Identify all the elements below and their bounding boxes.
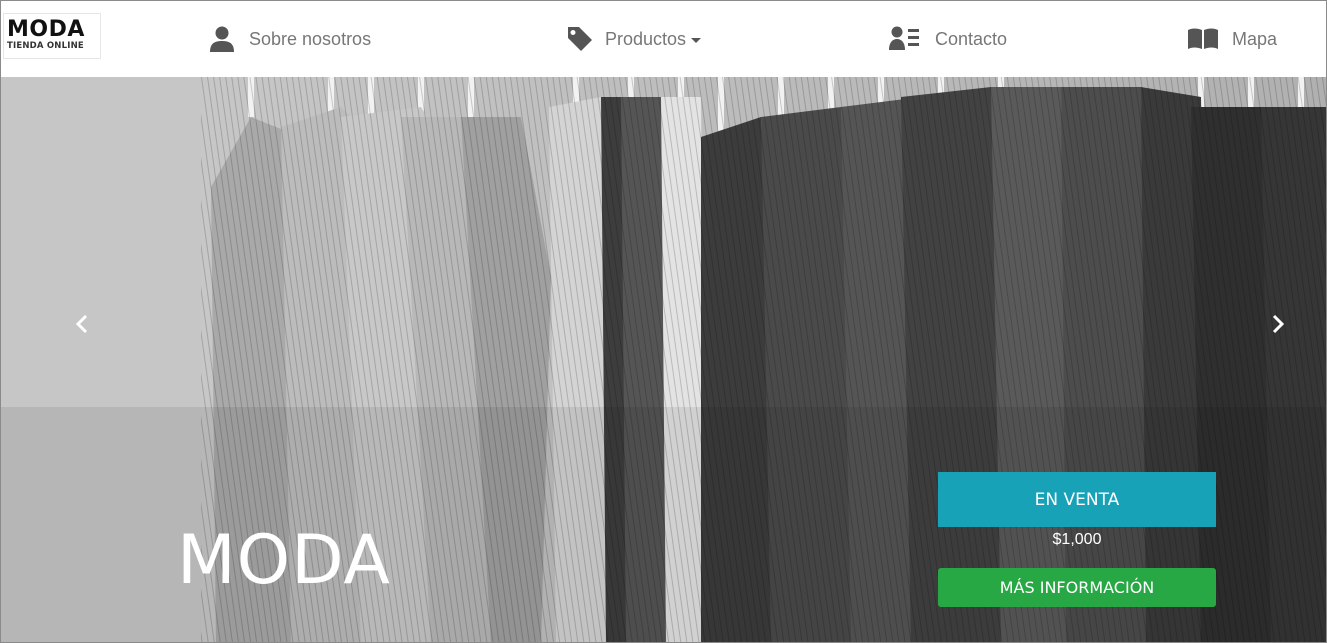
more-info-button[interactable]: MÁS INFORMACIÓN: [938, 568, 1216, 607]
nav-item-about[interactable]: Sobre nosotros: [209, 21, 371, 57]
navbar: MODA TIENDA ONLINE Sobre nosotros Produc…: [1, 1, 1326, 77]
chevron-right-icon: [1272, 314, 1285, 334]
nav-label-contact: Contacto: [935, 28, 1008, 49]
address-card-icon: [889, 26, 919, 50]
book-map-icon: [1188, 28, 1218, 49]
brand-name: MODA: [7, 17, 85, 42]
nav-item-map[interactable]: Mapa: [1188, 21, 1277, 57]
carousel-next-button[interactable]: [1263, 309, 1293, 339]
nav-label-products: Productos: [605, 28, 687, 49]
chevron-left-icon: [75, 314, 88, 334]
nav-label-map: Mapa: [1232, 28, 1278, 49]
brand-logo[interactable]: MODA TIENDA ONLINE: [3, 13, 101, 59]
price-label: $1,000: [1052, 531, 1102, 548]
tag-icon: [568, 27, 592, 51]
nav-item-products[interactable]: Productos: [567, 21, 702, 57]
hero-title: MODA: [177, 521, 391, 600]
carousel-prev-button[interactable]: [67, 309, 97, 339]
page-frame: MODA TIENDA ONLINE Sobre nosotros Produc…: [0, 0, 1327, 643]
sale-badge: EN VENTA: [938, 472, 1216, 527]
caret-down-icon: [691, 38, 702, 43]
nav-item-contact[interactable]: Contacto: [889, 21, 1007, 57]
user-icon: [210, 26, 234, 52]
nav-label-about: Sobre nosotros: [249, 28, 372, 49]
hero-carousel: MODA EN VENTA $1,000 MÁS INFORMACIÓN: [1, 77, 1326, 642]
brand-tagline: TIENDA ONLINE: [7, 41, 84, 51]
